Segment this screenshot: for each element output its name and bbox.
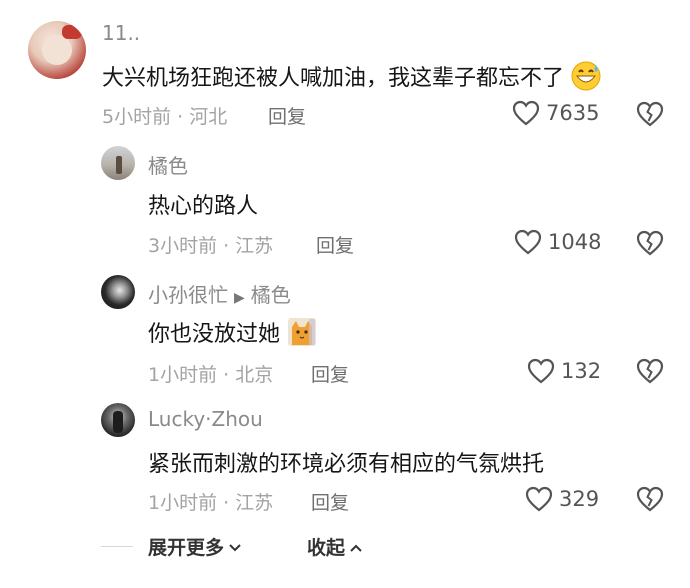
grinning-sweat-emoji: [571, 61, 601, 97]
reply-button[interactable]: 回复: [311, 488, 349, 515]
like-button[interactable]: 329: [525, 486, 599, 512]
comment-meta: 1小时前 · 江苏: [148, 488, 273, 515]
reply-button[interactable]: 回复: [311, 360, 349, 387]
reply-button[interactable]: 回复: [316, 231, 354, 258]
comment-author[interactable]: Lucky·Zhou: [148, 407, 263, 431]
comment-meta: 1小时前 · 北京: [148, 360, 273, 387]
avatar[interactable]: [101, 403, 135, 437]
comment-author[interactable]: 小孙很忙: [148, 283, 228, 307]
expand-more-label: 展开更多: [148, 537, 225, 559]
cat-sticker: [287, 317, 317, 353]
avatar[interactable]: [101, 146, 135, 180]
broken-heart-icon: [636, 486, 664, 516]
meta-separator: ·: [217, 235, 236, 257]
heart-outline-icon: [527, 358, 555, 384]
comment-location: 北京: [235, 364, 274, 386]
comment-text: 大兴机场狂跑还被人喊加油，我这辈子都忘不了: [102, 60, 601, 97]
like-button[interactable]: 7635: [512, 100, 599, 126]
broken-heart-icon: [636, 101, 664, 131]
like-button[interactable]: 1048: [514, 229, 601, 255]
comment-time: 1小时前: [148, 364, 218, 386]
comment-author[interactable]: 橘色: [148, 150, 188, 179]
collapse-button[interactable]: 收起: [307, 533, 363, 560]
comment-text-content: 大兴机场狂跑还被人喊加油，我这辈子都忘不了: [102, 66, 565, 91]
heart-outline-icon: [514, 229, 542, 255]
comment-text: 你也没放过她: [148, 316, 317, 353]
avatar[interactable]: [101, 275, 135, 309]
like-count: 7635: [546, 101, 600, 125]
meta-separator: ·: [217, 364, 236, 386]
comment-text: 紧张而刺激的环境必须有相应的气氛烘托: [148, 452, 545, 477]
like-count: 132: [561, 359, 602, 383]
like-count: 1048: [548, 230, 602, 254]
chevron-up-icon: [349, 536, 363, 558]
dislike-button[interactable]: [636, 358, 664, 388]
collapse-label: 收起: [307, 537, 346, 559]
comment-text-content: 你也没放过她: [148, 322, 281, 347]
comment-time: 1小时前: [148, 492, 218, 514]
like-button[interactable]: 132: [527, 358, 601, 384]
broken-heart-icon: [636, 358, 664, 388]
comment-location: 江苏: [235, 492, 274, 514]
triangle-right-icon: ▶: [234, 290, 245, 306]
like-count: 329: [559, 487, 600, 511]
avatar[interactable]: [28, 21, 86, 79]
comment-text: 热心的路人: [148, 194, 259, 219]
meta-separator: ·: [217, 492, 236, 514]
chevron-down-icon: [228, 536, 242, 558]
dislike-button[interactable]: [636, 101, 664, 131]
dislike-button[interactable]: [636, 230, 664, 260]
comment-author[interactable]: 11..: [102, 21, 140, 45]
meta-separator: ·: [171, 106, 190, 128]
expand-more-button[interactable]: 展开更多: [148, 533, 242, 560]
reply-button[interactable]: 回复: [268, 102, 306, 129]
reply-to-author[interactable]: 橘色: [251, 283, 291, 307]
heart-outline-icon: [512, 100, 540, 126]
comment-author-line: 小孙很忙 ▶ 橘色: [148, 279, 291, 308]
comment-location: 江苏: [235, 235, 274, 257]
heart-outline-icon: [525, 486, 553, 512]
comment-location: 河北: [189, 106, 228, 128]
dislike-button[interactable]: [636, 486, 664, 516]
comment-meta: 5小时前 · 河北: [102, 102, 227, 129]
broken-heart-icon: [636, 230, 664, 260]
comment-time: 3小时前: [148, 235, 218, 257]
comment-meta: 3小时前 · 江苏: [148, 231, 273, 258]
comment-time: 5小时前: [102, 106, 172, 128]
divider: [101, 546, 133, 547]
